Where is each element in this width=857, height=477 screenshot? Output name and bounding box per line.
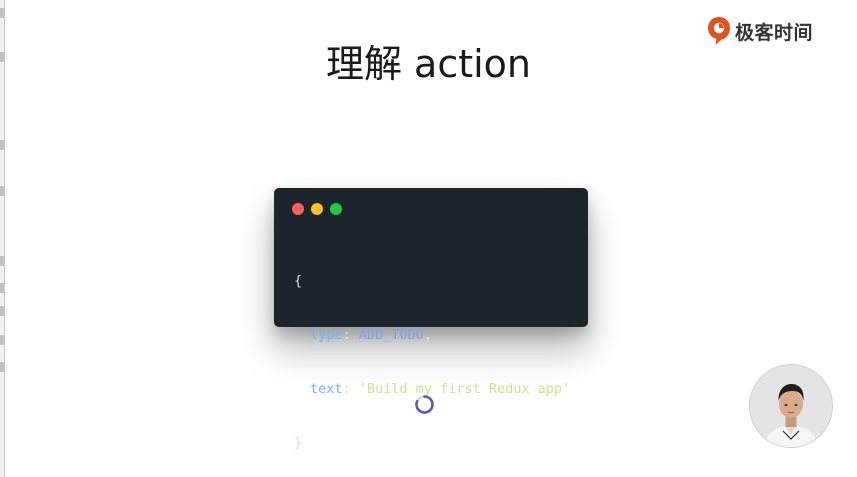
minimize-dot-icon xyxy=(311,203,323,215)
loading-spinner-icon xyxy=(415,395,434,414)
open-brace: { xyxy=(294,273,303,289)
code-block: { type: ADD_TODO, text: 'Build my first … xyxy=(294,236,570,477)
code-line: type: ADD_TODO, xyxy=(294,326,570,344)
type-value: ADD_TODO xyxy=(358,327,424,343)
close-dot-icon xyxy=(292,203,304,215)
type-comma: , xyxy=(423,327,432,343)
text-key: text xyxy=(310,381,343,397)
type-colon: : xyxy=(342,327,359,343)
code-window: { type: ADD_TODO, text: 'Build my first … xyxy=(274,188,588,451)
type-key: type xyxy=(310,327,343,343)
window-controls xyxy=(292,203,342,215)
code-line: } xyxy=(294,434,570,452)
close-brace: } xyxy=(294,435,303,451)
slide-stage: 极客时间 理解 action { type: ADD_TODO, text: '… xyxy=(0,0,857,477)
presenter-icon xyxy=(750,365,832,447)
text-colon: : xyxy=(342,381,359,397)
slide-title: 理解 action xyxy=(325,42,532,86)
presenter-video-avatar xyxy=(750,365,832,447)
code-line: { xyxy=(294,272,570,290)
maximize-dot-icon xyxy=(330,203,342,215)
text-value: 'Build my first Redux app' xyxy=(358,381,571,397)
